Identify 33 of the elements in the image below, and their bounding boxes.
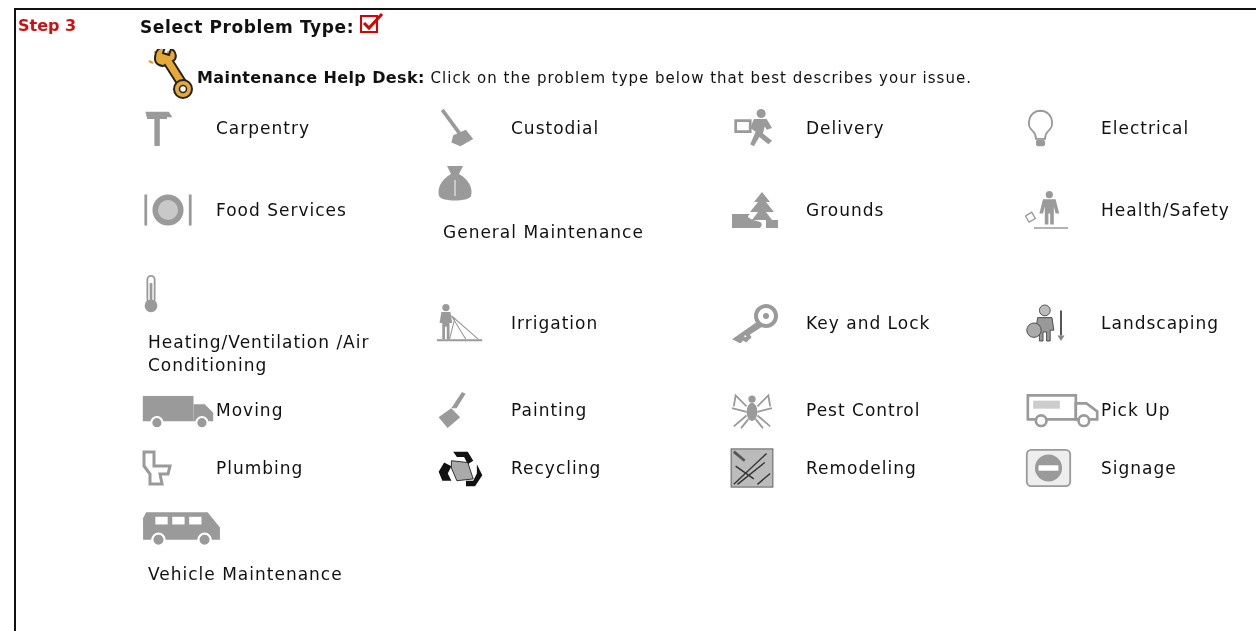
problem-type-link[interactable]: General Maintenance: [435, 155, 713, 244]
problem-type-link[interactable]: Signage: [1025, 445, 1177, 491]
problem-type-link[interactable]: Pest Control: [730, 387, 921, 433]
problem-type-link[interactable]: Landscaping: [1025, 300, 1220, 346]
problem-type-link[interactable]: Food Services: [140, 187, 347, 233]
section-title: Select Problem Type:: [140, 17, 355, 37]
person-icon: [435, 303, 484, 343]
problem-type-link[interactable]: Remodeling: [730, 445, 917, 491]
problem-type-link[interactable]: Painting: [435, 387, 588, 433]
problem-type-link[interactable]: Delivery: [730, 105, 885, 151]
problem-type-link[interactable]: Carpentry: [140, 105, 311, 151]
problem-type-link[interactable]: Health/Safety: [1025, 187, 1230, 233]
person-icon: [1025, 190, 1070, 230]
problem-type-link[interactable]: Heating/Ventilation /Air Conditioning: [140, 265, 418, 377]
problem-type-link[interactable]: Irrigation: [435, 300, 599, 346]
problem-type-link[interactable]: Key and Lock: [730, 300, 931, 346]
key-icon: [730, 303, 780, 343]
problem-type-link[interactable]: Electrical: [1025, 105, 1190, 151]
no-entry-icon: [1025, 448, 1072, 488]
problem-type-link[interactable]: Pick Up: [1025, 387, 1171, 433]
problem-type-link[interactable]: Grounds: [730, 187, 885, 233]
intro-text: Maintenance Help Desk: Click on the problem type below that best describes your issue.: [197, 68, 972, 89]
problem-type-link[interactable]: Recycling: [435, 445, 602, 491]
problem-type-link[interactable]: Vehicle Maintenance: [140, 497, 418, 586]
sketch-icon: [730, 448, 774, 488]
check-icon: [360, 13, 385, 33]
toilet-icon: [140, 448, 174, 488]
tree-icon: [730, 190, 780, 230]
light-bulb-icon: [1025, 108, 1056, 148]
problem-type-link[interactable]: Custodial: [435, 105, 600, 151]
problem-type-link[interactable]: Moving: [140, 387, 284, 433]
step-label: Step 3: [18, 16, 77, 35]
problem-type-link[interactable]: Plumbing: [140, 445, 304, 491]
